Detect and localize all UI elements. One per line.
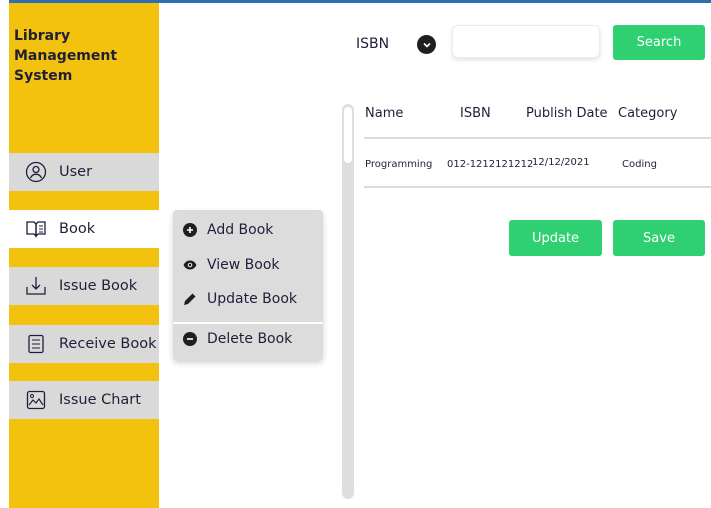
search-button[interactable]: Search [613,25,705,60]
pencil-icon [183,292,197,306]
table-header-isbn: ISBN [460,106,491,121]
clipboard-icon [25,333,47,355]
table-header-publish-date: Publish Date [526,106,608,121]
sidebar-item-label: Book [59,221,96,237]
window-left-margin [0,0,9,508]
sidebar-item-label: Issue Chart [59,392,141,408]
sidebar-item-issue-chart[interactable]: Issue Chart [9,381,159,419]
sidebar-item-book[interactable]: Book [9,210,159,248]
table-cell-name: Programming [365,159,433,170]
plus-circle-icon [183,223,197,237]
app-title-line-2: Management [14,48,118,64]
save-button[interactable]: Save [613,220,705,256]
update-button[interactable]: Update [509,220,602,256]
download-tray-icon [25,275,47,297]
table-row-divider [364,186,711,188]
table-cell-category: Coding [622,159,657,170]
search-field-label: ISBN [356,36,390,52]
eye-icon [183,258,197,272]
table-cell-isbn: 012-1212121212 [447,159,534,170]
sidebar-item-issue-book[interactable]: Issue Book [9,267,159,305]
sidebar-item-label: Issue Book [59,278,138,294]
sidebar-item-label: User [59,164,93,180]
book-dropdown-menu: Add Book View Book Update Book Delete Bo… [173,210,323,360]
image-chart-icon [25,389,47,411]
menu-item-delete-book[interactable]: Delete Book [183,331,292,347]
app-title-line-3: System [14,68,73,84]
table-header-divider [364,137,711,139]
minus-circle-icon [183,332,197,346]
menu-divider [173,322,323,324]
table-cell-publish-date: 12/12/2021 [532,157,590,168]
menu-item-label: Add Book [207,222,274,238]
chevron-down-icon [422,40,432,50]
sidebar-item-label: Receive Book [59,336,157,352]
user-circle-icon [25,161,47,183]
menu-item-view-book[interactable]: View Book [183,257,280,273]
menu-item-add-book[interactable]: Add Book [183,222,273,238]
menu-item-update-book[interactable]: Update Book [183,291,297,307]
scrollbar-thumb[interactable] [344,107,352,163]
open-book-icon [25,218,47,240]
scrollbar-track[interactable] [342,104,354,499]
menu-item-label: Delete Book [207,331,293,347]
search-field-dropdown[interactable] [417,35,436,54]
table-header-category: Category [618,106,678,121]
menu-item-label: Update Book [207,291,297,307]
menu-item-label: View Book [207,257,280,273]
sidebar-item-user[interactable]: User [9,153,159,191]
app-title-line-1: Library [14,28,71,44]
table-header-name: Name [365,106,404,121]
app-title: Library Management System [14,26,154,86]
sidebar-item-receive-book[interactable]: Receive Book [9,325,159,363]
search-input[interactable] [452,25,600,58]
